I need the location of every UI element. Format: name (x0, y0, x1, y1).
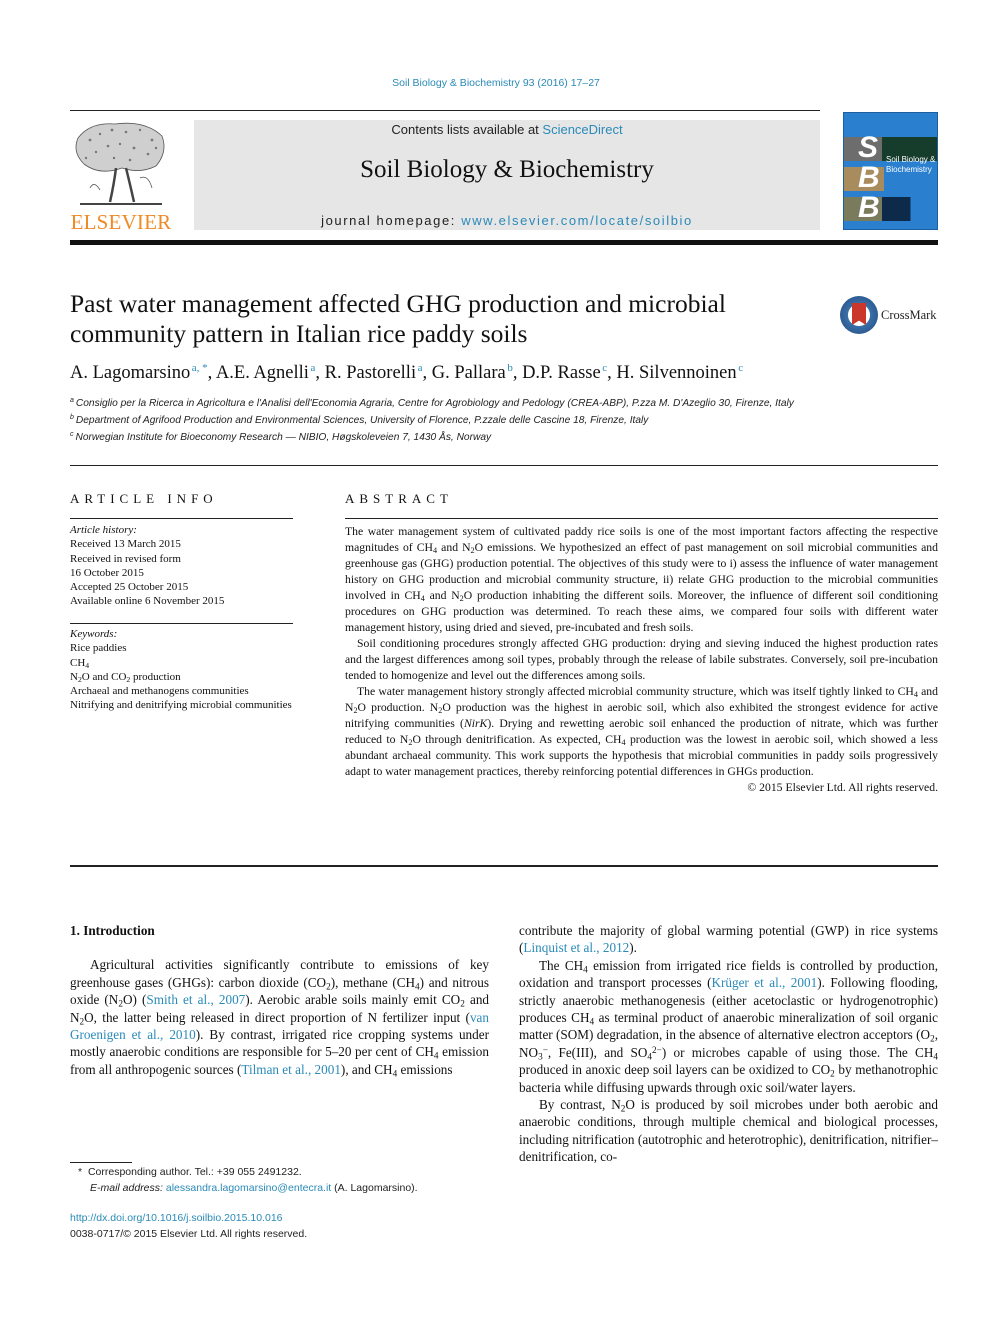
keywords: Keywords: Rice paddies CH4 N2O and CO2 p… (70, 627, 295, 713)
abstract-heading: ABSTRACT (345, 491, 453, 506)
author-name[interactable]: D.P. Rasse (522, 363, 601, 383)
history-item: Received in revised form (70, 552, 181, 565)
abstract-body: The water management system of cultivate… (345, 524, 938, 796)
keyword-item: N2O and CO2 production (70, 670, 181, 684)
journal-banner: Contents lists available at ScienceDirec… (194, 120, 820, 230)
citation-link[interactable]: Krüger et al., 2001 (711, 975, 817, 990)
elsevier-tree-icon (75, 122, 165, 205)
body-paragraph: The CH4 emission from irrigated rice fie… (519, 957, 939, 1095)
abstract-copyright: © 2015 Elsevier Ltd. All rights reserved… (747, 781, 938, 794)
body-column-left: 1. Introduction Agricultural activities … (70, 922, 489, 1078)
author-affiliation-mark[interactable]: c (738, 362, 743, 374)
divider (70, 865, 938, 867)
cover-letter: B (858, 191, 880, 224)
header-thick-rule (70, 240, 938, 245)
divider (345, 518, 938, 519)
cover-title: Soil Biology & Biochemistry (886, 155, 936, 174)
issn-copyright: 0038-0717/© 2015 Elsevier Ltd. All right… (70, 1227, 308, 1240)
body-paragraph: By contrast, N2O is produced by soil mic… (519, 1097, 938, 1165)
divider (70, 623, 293, 624)
doi-block: http://dx.doi.org/10.1016/j.soilbio.2015… (70, 1211, 307, 1242)
article-title: Past water management affected GHG produ… (70, 289, 726, 348)
journal-citation[interactable]: Soil Biology & Biochemistry 93 (2016) 17… (0, 77, 992, 89)
affiliation-item: c Norwegian Institute for Bioeconomy Rese… (70, 431, 492, 443)
abstract-paragraph: The water management system of cultivate… (345, 525, 938, 634)
author-name[interactable]: A. Lagomarsino (70, 363, 190, 383)
body-column-right: contribute the majority of global warmin… (519, 922, 938, 1166)
affiliations: a Consiglio per la Ricerca in Agricoltura… (70, 394, 830, 445)
article-history: Article history: Received 13 March 2015 … (70, 523, 295, 609)
abstract-paragraph: The water management history strongly af… (345, 685, 938, 778)
author-name[interactable]: R. Pastorelli (325, 363, 416, 383)
journal-title: Soil Biology & Biochemistry (360, 156, 654, 183)
author-list: A. Lagomarsino a, *, A.E. Agnelli a, R. … (70, 362, 744, 383)
history-item: 16 October 2015 (70, 566, 144, 579)
divider (70, 465, 938, 466)
journal-cover-image[interactable]: S B B Soil Biology & Biochemistry (843, 112, 938, 230)
corresponding-author-footnote: * Corresponding author. Tel.: +39 055 24… (78, 1166, 418, 1194)
abstract-paragraph: Soil conditioning procedures strongly af… (345, 637, 938, 682)
author-affiliation-mark[interactable]: b (507, 362, 513, 374)
crossmark-badge[interactable]: CrossMark (840, 296, 940, 336)
article-info-heading: ARTICLE INFO (70, 491, 218, 506)
citation-link[interactable]: Smith et al., 2007 (146, 992, 245, 1007)
author-email-link[interactable]: alessandra.lagomarsino@entecra.it (166, 1182, 331, 1194)
cover-letter: B (858, 161, 880, 194)
affiliation-item: a Consiglio per la Ricerca in Agricoltura… (70, 397, 794, 409)
keyword-item: Archaeal and methanogens communities (70, 685, 249, 698)
divider (70, 518, 293, 519)
author-affiliation-mark[interactable]: a, * (192, 362, 208, 374)
elsevier-wordmark: ELSEVIER (70, 210, 172, 234)
footnote-rule (70, 1162, 132, 1163)
citation-link[interactable]: Tilman et al., 2001 (241, 1062, 341, 1077)
author-affiliation-mark[interactable]: a (418, 362, 423, 374)
author-name[interactable]: A.E. Agnelli (216, 363, 309, 383)
body-paragraph: Agricultural activities significantly co… (70, 957, 490, 1079)
doi-link[interactable]: http://dx.doi.org/10.1016/j.soilbio.2015… (70, 1212, 283, 1224)
sciencedirect-link[interactable]: ScienceDirect (542, 122, 622, 137)
affiliation-item: b Department of Agrifood Production and E… (70, 414, 649, 426)
cover-letter: S (858, 131, 879, 164)
author-name[interactable]: H. Silvennoinen (616, 363, 736, 383)
author-name[interactable]: G. Pallara (432, 363, 506, 383)
header-rule (70, 110, 820, 111)
section-heading: 1. Introduction (70, 923, 155, 938)
citation-link[interactable]: Linquist et al., 2012 (523, 940, 629, 955)
history-item: Accepted 25 October 2015 (70, 581, 189, 594)
body-paragraph: contribute the majority of global warmin… (519, 923, 938, 956)
elsevier-logo[interactable]: ELSEVIER (68, 118, 174, 234)
author-affiliation-mark[interactable]: c (602, 362, 607, 374)
journal-homepage-link[interactable]: www.elsevier.com/locate/soilbio (461, 213, 693, 228)
author-affiliation-mark[interactable]: a (310, 362, 315, 374)
crossmark-label: CrossMark (881, 308, 937, 322)
journal-homepage-line: journal homepage: www.elsevier.com/locat… (321, 213, 693, 228)
keyword-item: Rice paddies (70, 642, 127, 655)
history-item: Received 13 March 2015 (70, 538, 181, 551)
contents-line: Contents lists available at ScienceDirec… (391, 122, 623, 137)
keyword-item: Nitrifying and denitrifying microbial co… (70, 699, 292, 712)
keyword-item: CH4 (70, 656, 90, 670)
history-item: Available online 6 November 2015 (70, 595, 225, 608)
